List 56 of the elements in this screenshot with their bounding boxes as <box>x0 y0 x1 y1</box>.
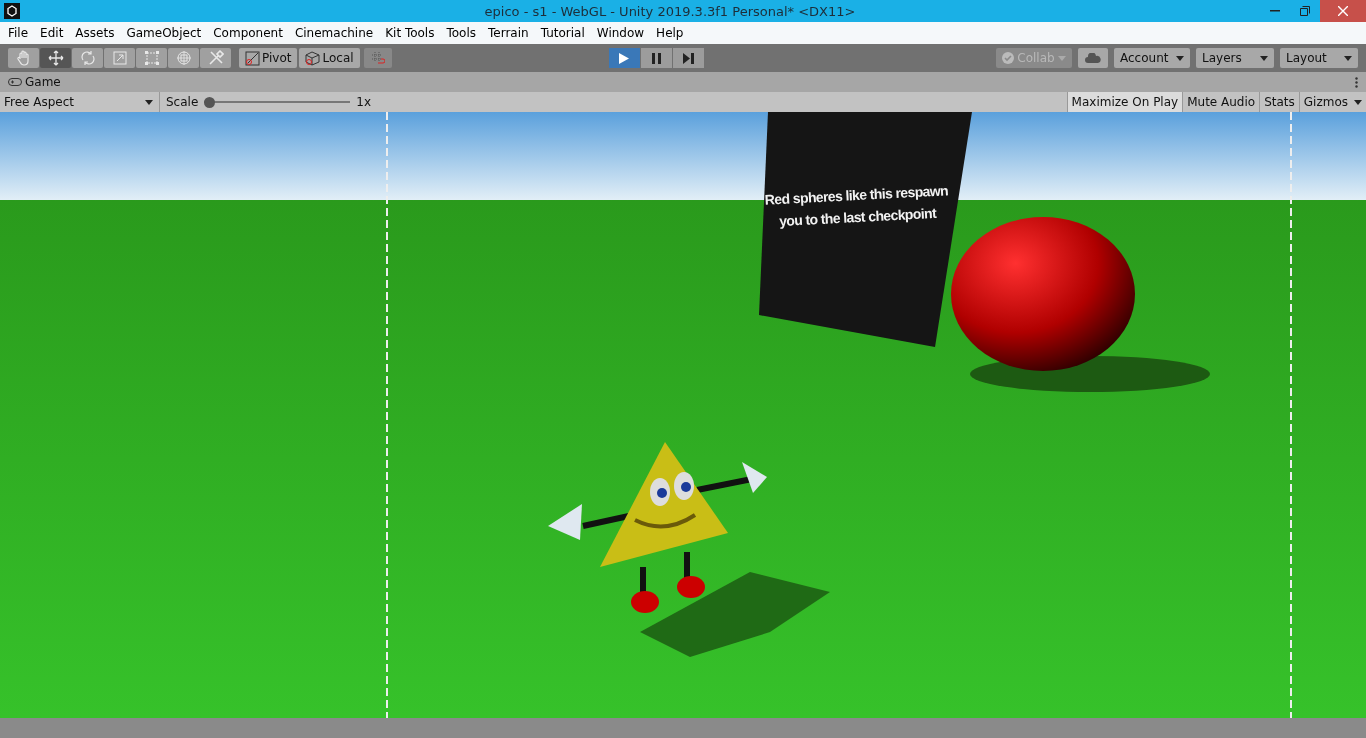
hand-icon <box>15 50 32 66</box>
pause-icon <box>651 52 661 64</box>
caret-icon <box>1176 55 1184 61</box>
handle-toggle-button[interactable]: Pivot <box>239 48 298 68</box>
transform-icon <box>175 50 192 66</box>
sign-text: Red spheres like this respawn <box>763 181 950 208</box>
caret-icon <box>1260 55 1268 61</box>
tools-icon <box>207 50 224 66</box>
menu-item[interactable]: Cinemachine <box>288 26 380 40</box>
menu-item[interactable]: Edit <box>34 26 70 40</box>
caret-icon <box>145 99 153 105</box>
cloud-button[interactable] <box>1078 48 1108 68</box>
unity-logo-icon <box>4 3 20 19</box>
close-icon <box>1338 6 1348 16</box>
rotate-icon <box>79 50 96 66</box>
window-title: epico - s1 - WebGL - Unity 2019.3.3f1 Personal* <DX11> <box>483 3 857 19</box>
play-icon <box>619 52 630 64</box>
more-options-icon[interactable] <box>1355 76 1358 88</box>
toolbar-dropdown[interactable]: Account <box>1114 48 1190 68</box>
rect-tool-icon <box>143 50 160 66</box>
caret-icon <box>1058 55 1066 61</box>
step-icon <box>682 52 694 64</box>
game-view-toggle[interactable]: Maximize On Play <box>1066 92 1183 112</box>
cloud-icon <box>1085 53 1101 63</box>
menu-item[interactable]: Tutorial <box>534 26 591 40</box>
scale-label: Scale <box>165 94 200 111</box>
grid-snap-icon <box>370 51 385 65</box>
caret-icon <box>1354 99 1362 105</box>
gamepad-icon <box>8 78 22 86</box>
menu-item[interactable]: Tools <box>440 26 483 40</box>
scale-value: 1x <box>355 94 372 111</box>
game-tab[interactable]: Game <box>8 75 61 89</box>
menu-item[interactable]: GameObject <box>120 26 208 40</box>
menu-item[interactable]: Assets <box>69 26 121 40</box>
menu-item[interactable]: Kit Tools <box>379 26 441 40</box>
cube-icon <box>305 50 321 66</box>
menu-item[interactable]: Terrain <box>482 26 535 40</box>
step-button[interactable] <box>672 48 704 68</box>
tool-button[interactable] <box>40 48 71 68</box>
handle-toggle-button[interactable]: Local <box>299 48 360 68</box>
pause-button[interactable] <box>640 48 672 68</box>
menu-item[interactable]: Window <box>590 26 651 40</box>
move-icon <box>47 50 64 66</box>
restore-icon <box>1300 6 1310 16</box>
toolbar-dropdown[interactable]: Layers <box>1196 48 1274 68</box>
scale-icon <box>111 50 128 66</box>
pivot-icon <box>245 50 260 66</box>
check-icon <box>1002 52 1014 64</box>
play-button[interactable] <box>608 48 640 68</box>
minimize-icon <box>1270 10 1280 12</box>
menu-item[interactable]: Help <box>650 26 690 40</box>
menu-item[interactable]: File <box>2 26 35 40</box>
toolbar-dropdown[interactable]: Layout <box>1280 48 1358 68</box>
menu-item[interactable]: Component <box>207 26 289 40</box>
slider-thumb[interactable] <box>204 96 216 108</box>
caret-icon <box>1344 55 1352 61</box>
